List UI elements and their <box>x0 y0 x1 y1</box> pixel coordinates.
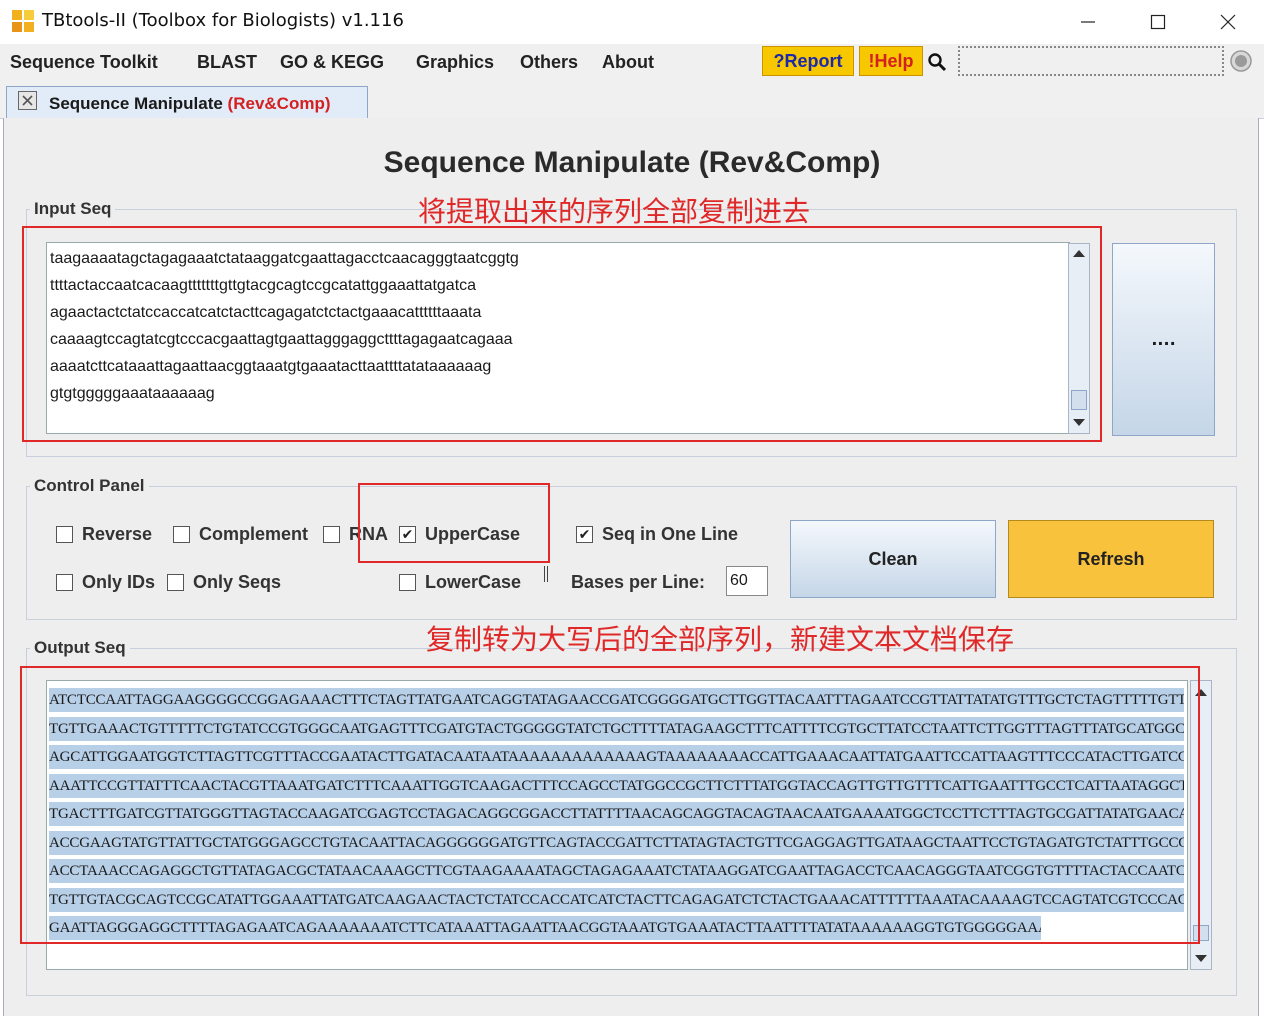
maximize-icon <box>1150 14 1166 30</box>
output-highlight-box <box>20 666 1200 944</box>
search-input[interactable] <box>958 46 1224 76</box>
seq-one-line-checkbox[interactable]: ✔ <box>576 526 593 543</box>
clean-button[interactable]: Clean <box>790 520 996 598</box>
app-icon <box>12 10 34 32</box>
only-seqs-option[interactable]: Only Seqs <box>167 572 281 593</box>
input-annotation: 将提取出来的序列全部复制进去 <box>418 195 811 228</box>
status-indicator-icon <box>1230 50 1252 72</box>
close-window-button[interactable] <box>1208 6 1248 38</box>
menu-blast[interactable]: BLAST <box>197 52 257 73</box>
output-seq-label: Output Seq <box>30 638 130 658</box>
minimize-button[interactable] <box>1068 6 1108 38</box>
seq-one-line-option[interactable]: ✔ Seq in One Line <box>576 524 738 545</box>
control-panel-label: Control Panel <box>30 476 149 496</box>
search-icon[interactable] <box>927 52 947 72</box>
lowercase-checkbox[interactable] <box>399 574 416 591</box>
splitter-handle[interactable] <box>544 566 548 582</box>
menu-graphics[interactable]: Graphics <box>416 52 494 73</box>
tab-close-button[interactable] <box>18 91 37 110</box>
minimize-icon <box>1081 21 1095 23</box>
menu-others[interactable]: Others <box>520 52 578 73</box>
uppercase-highlight-box <box>358 483 550 563</box>
tab-label-suffix: (Rev&Comp) <box>227 94 331 113</box>
reverse-option[interactable]: Reverse <box>56 524 152 545</box>
window-title: TBtools-II (Toolbox for Biologists) v1.1… <box>42 10 404 31</box>
maximize-button[interactable] <box>1138 6 1178 38</box>
reverse-checkbox[interactable] <box>56 526 73 543</box>
page-title: Sequence Manipulate (Rev&Comp) <box>383 146 881 179</box>
input-seq-label: Input Seq <box>30 199 116 219</box>
lowercase-option[interactable]: LowerCase <box>399 572 521 593</box>
output-annotation: 复制转为大写后的全部序列，新建文本文档保存 <box>426 623 1015 656</box>
input-highlight-box <box>22 226 1102 442</box>
complement-option[interactable]: Complement <box>173 524 308 545</box>
rna-checkbox[interactable] <box>323 526 340 543</box>
scroll-down-icon[interactable] <box>1195 955 1207 962</box>
bases-per-line-input[interactable]: 60 <box>726 566 768 596</box>
close-icon <box>22 95 33 106</box>
refresh-button[interactable]: Refresh <box>1008 520 1214 598</box>
check-mark-icon: ✔ <box>578 526 591 543</box>
help-button[interactable]: !Help <box>859 46 923 76</box>
bases-per-line-label: Bases per Line: <box>571 572 706 592</box>
report-button[interactable]: ?Report <box>762 46 854 76</box>
menu-about[interactable]: About <box>602 52 654 73</box>
tab-label: Sequence Manipulate (Rev&Comp) <box>49 94 331 113</box>
complement-checkbox[interactable] <box>173 526 190 543</box>
close-icon <box>1220 14 1236 30</box>
only-seqs-checkbox[interactable] <box>167 574 184 591</box>
menu-sequence-toolkit[interactable]: Sequence Toolkit <box>10 52 158 73</box>
only-ids-option[interactable]: Only IDs <box>56 572 155 593</box>
browse-button[interactable]: .... <box>1112 243 1215 436</box>
menu-go-kegg[interactable]: GO & KEGG <box>280 52 384 73</box>
only-ids-checkbox[interactable] <box>56 574 73 591</box>
